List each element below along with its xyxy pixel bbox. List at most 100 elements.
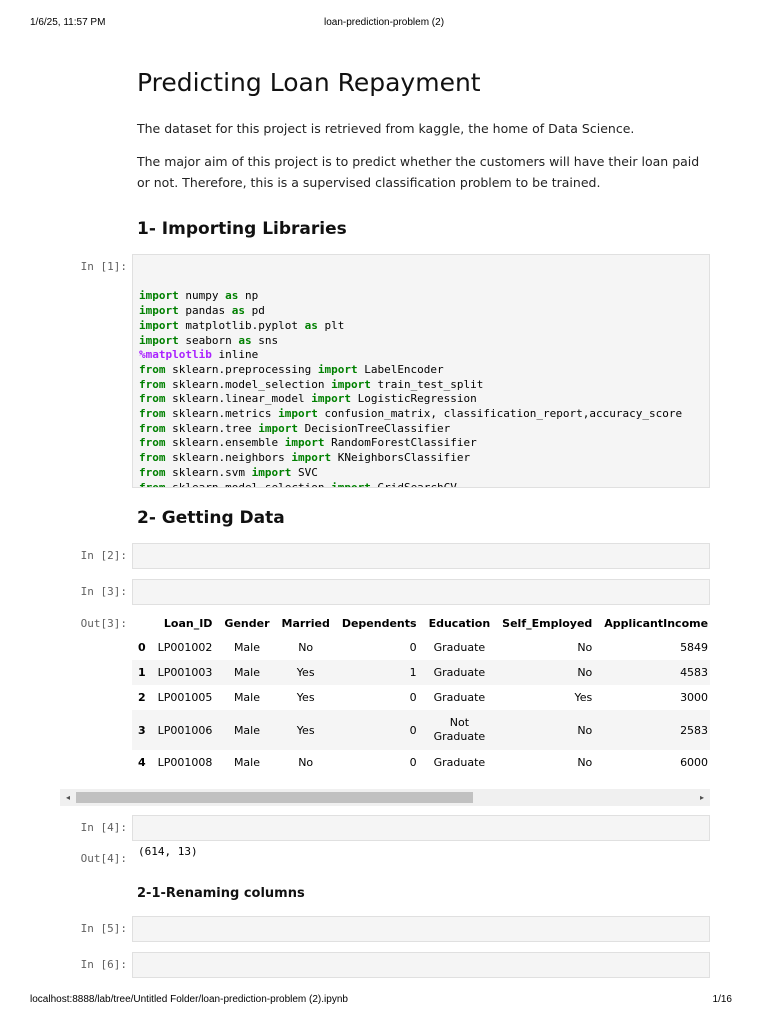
- scrollbar-thumb[interactable]: [76, 792, 473, 803]
- dataframe-table: Loan_ID Gender Married Dependents Education S…: [132, 611, 710, 775]
- code-line: from sklearn.model_selection import trai…: [139, 378, 703, 393]
- code-block-imports: import numpy as np import pandas as pd imp…: [139, 289, 703, 488]
- table-cell: Male: [233, 756, 260, 769]
- code-line: from sklearn.preprocessing import LabelE…: [139, 363, 703, 378]
- table-cell: LP001002: [157, 641, 213, 654]
- code-cell-lowercase-columns[interactable]: df.columns=df.columns.str.lower(): [132, 916, 710, 942]
- print-title: loan-prediction-problem (2): [323, 17, 445, 28]
- scroll-right-arrow-icon[interactable]: ▸: [694, 789, 710, 806]
- table-cell: Graduate: [422, 660, 497, 685]
- code-token: import: [278, 407, 318, 421]
- table-cell: No: [577, 756, 593, 769]
- code-token: sklearn.linear_model: [165, 392, 312, 406]
- output-prompt-4: Out[4]:: [80, 852, 127, 865]
- code-cell-read-csv[interactable]: df=pd.read_csv('../input/loan-prediction…: [132, 543, 710, 569]
- table-cell: Yes: [275, 660, 336, 685]
- code-token: SVC: [291, 465, 318, 479]
- code-token: inline: [211, 348, 259, 362]
- table-cell: Yes: [296, 691, 315, 704]
- code-token: sklearn.model_selection: [165, 480, 332, 488]
- code-token: GridSearchCV: [370, 480, 457, 488]
- code-line: from sklearn.tree import DecisionTreeCla…: [139, 422, 703, 437]
- code-token: as: [231, 304, 245, 318]
- table-cell: Not Graduate: [422, 710, 497, 750]
- code-line: from sklearn.ensemble import RandomFores…: [139, 436, 703, 451]
- code-line: from sklearn.svm import SVC: [139, 466, 703, 481]
- subsection-heading-renaming-columns: 2-1-Renaming columns: [137, 886, 305, 901]
- code-line: from sklearn.linear_model import Logisti…: [139, 392, 703, 407]
- table-cell: LP001008: [157, 756, 213, 769]
- code-token: pandas: [178, 304, 232, 318]
- scroll-left-arrow-icon[interactable]: ◂: [60, 789, 76, 806]
- code-token: import: [139, 289, 179, 303]
- input-prompt-2: In [2]:: [80, 549, 127, 562]
- code-token: from: [139, 465, 166, 479]
- code-token: import: [139, 304, 179, 318]
- dataframe-column-header: Loan_ID: [163, 616, 213, 630]
- table-cell: Male: [233, 641, 260, 654]
- table-cell: 4583: [598, 660, 710, 685]
- code-cell-imports[interactable]: import numpy as np import pandas as pd imp…: [132, 254, 710, 488]
- table-cell: Graduate: [433, 690, 486, 704]
- code-cell-shape[interactable]: df.shape: [132, 815, 710, 841]
- code-token: import: [311, 392, 351, 406]
- code-token: plt: [317, 318, 345, 332]
- dataframe-column-header: Gender: [224, 616, 270, 630]
- dataframe-column-header: ApplicantIncome: [604, 616, 709, 630]
- input-prompt-4: In [4]:: [80, 821, 127, 834]
- code-token: as: [238, 333, 252, 347]
- dataframe-column-header: Married: [281, 616, 330, 630]
- code-cell-set-columns[interactable]: df.columns=['loan_id', 'gender', 'marrie…: [132, 952, 710, 978]
- table-row: 2 LP001005 Male Yes 0 Graduate Yes 3000: [132, 685, 710, 710]
- code-token: import: [317, 362, 358, 376]
- code-token: sklearn.svm: [165, 465, 252, 479]
- code-token: sklearn.tree: [165, 421, 259, 435]
- code-token: as: [304, 318, 318, 332]
- table-cell: Male: [218, 660, 276, 685]
- code-line: import seaborn as sns: [139, 334, 703, 349]
- row-index: 2: [138, 691, 146, 704]
- code-token: sklearn.preprocessing: [165, 362, 318, 376]
- dataframe-column-header: Dependents: [341, 616, 417, 630]
- code-token: from: [139, 362, 166, 376]
- code-line: import pandas as pd: [139, 304, 703, 319]
- intro-paragraph-2: The major aim of this project is to pred…: [137, 154, 700, 190]
- code-token: DecisionTreeClassifier: [297, 421, 451, 435]
- code-cell-head[interactable]: df.head(): [132, 579, 710, 605]
- table-cell: No: [577, 641, 593, 654]
- code-token: sns: [251, 333, 279, 347]
- dataframe-output: Loan_ID Gender Married Dependents Education S…: [132, 611, 710, 779]
- code-line: from sklearn.metrics import confusion_ma…: [139, 407, 703, 422]
- dataframe-column-header: Self_Employed: [502, 616, 593, 630]
- table-cell: LP001003: [151, 660, 219, 685]
- row-index: 1: [132, 660, 152, 685]
- section-heading-getting-data: 2- Getting Data: [137, 508, 285, 528]
- code-token: sklearn.neighbors: [165, 451, 292, 465]
- table-cell: 1: [335, 660, 423, 685]
- code-token: LabelEncoder: [357, 362, 444, 376]
- table-cell: 3000: [680, 691, 709, 704]
- code-token: numpy: [178, 289, 226, 303]
- code-token: import: [291, 451, 332, 465]
- code-token: pd: [244, 304, 265, 318]
- table-cell: Male: [218, 710, 276, 750]
- code-token: from: [139, 451, 166, 465]
- table-cell: 0: [409, 756, 417, 769]
- row-index: 0: [138, 641, 146, 654]
- shape-output: (614, 13): [138, 845, 198, 858]
- code-line: %matplotlib inline: [139, 348, 703, 363]
- table-row: 0 LP001002 Male No 0 Graduate No 5849: [132, 635, 710, 660]
- code-token: from: [139, 407, 166, 421]
- table-cell: 6000: [680, 756, 709, 769]
- table-cell: LP001005: [157, 691, 213, 704]
- code-token: import: [284, 436, 325, 450]
- input-prompt-6: In [6]:: [80, 958, 127, 971]
- horizontal-scrollbar[interactable]: ◂ ▸: [60, 789, 710, 806]
- table-cell: Graduate: [433, 755, 486, 769]
- table-cell: LP001006: [151, 710, 219, 750]
- code-token: import: [258, 421, 298, 435]
- code-token: RandomForestClassifier: [324, 436, 477, 450]
- print-header: 1/6/25, 11:57 PM loan-prediction-problem…: [0, 17, 768, 31]
- dataframe-header-row: Loan_ID Gender Married Dependents Education S…: [132, 611, 710, 635]
- code-line: import numpy as np: [139, 289, 703, 304]
